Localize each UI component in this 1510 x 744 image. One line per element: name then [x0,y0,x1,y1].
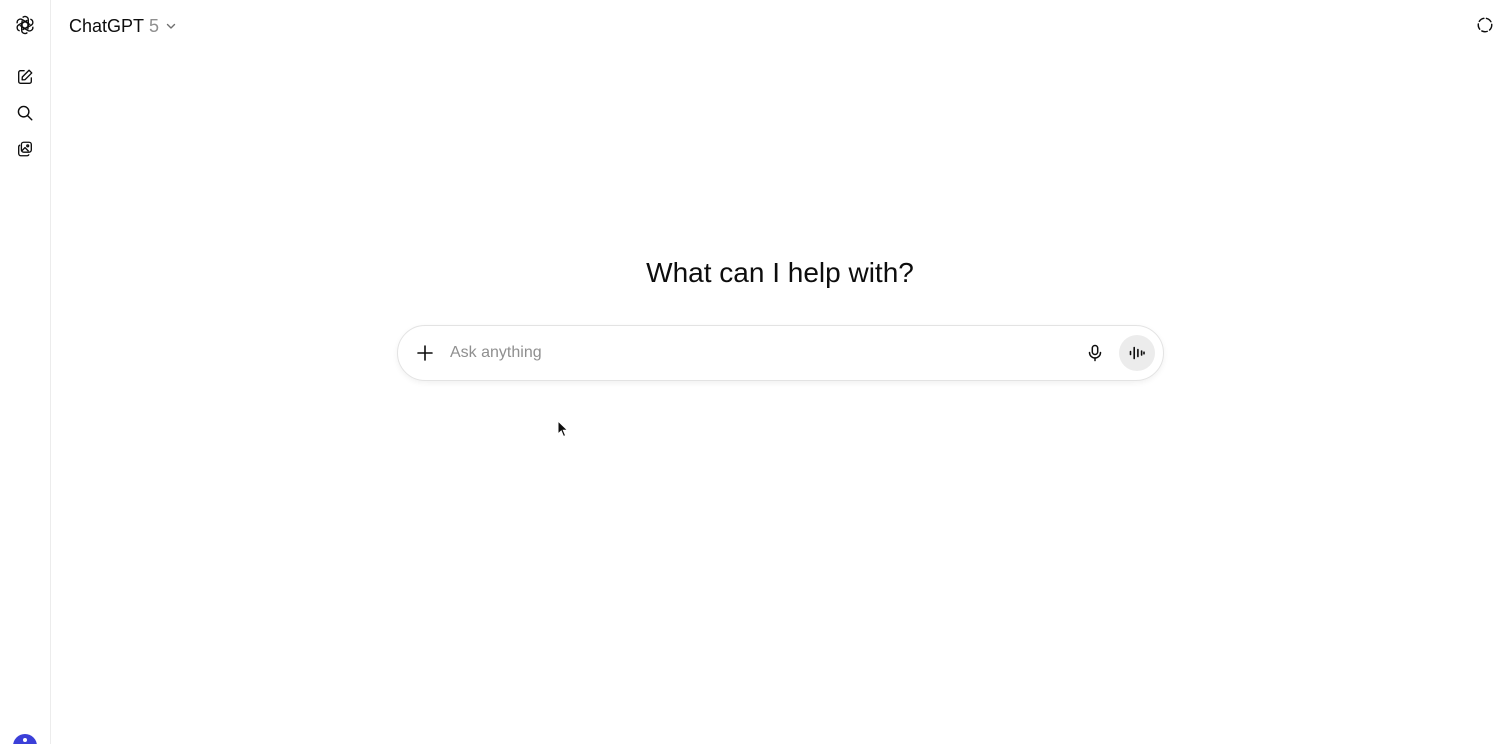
search-icon [17,105,33,121]
dictate-button[interactable] [1082,340,1108,366]
microphone-icon [1088,344,1102,362]
library-button[interactable] [12,136,38,162]
new-chat-icon [18,69,33,84]
temporary-chat-button[interactable] [1472,12,1498,38]
prompt-input[interactable] [450,340,1070,366]
temporary-chat-icon [1477,17,1493,33]
voice-mode-button[interactable] [1119,335,1155,371]
mouse-cursor-icon [557,420,569,438]
prompt-composer [397,325,1164,381]
voice-waveform-icon [1129,346,1145,360]
openai-logo-icon [16,15,34,35]
add-attachment-button[interactable] [412,340,438,366]
chevron-down-icon [166,23,176,29]
sidebar-rail [0,0,51,744]
user-avatar[interactable] [13,734,37,744]
search-chats-button[interactable] [12,100,38,126]
model-version: 5 [149,15,160,36]
model-name: ChatGPT [69,15,145,36]
new-chat-button[interactable] [12,64,38,90]
plus-icon [417,345,433,361]
openai-logo-button[interactable] [12,12,38,38]
library-icon [18,141,32,157]
app-window: ChatGPT 5 What can I help with? [0,0,1510,744]
model-selector[interactable]: ChatGPT 5 [62,11,184,41]
avatar-icon [23,738,27,742]
page-title: What can I help with? [646,257,914,288]
